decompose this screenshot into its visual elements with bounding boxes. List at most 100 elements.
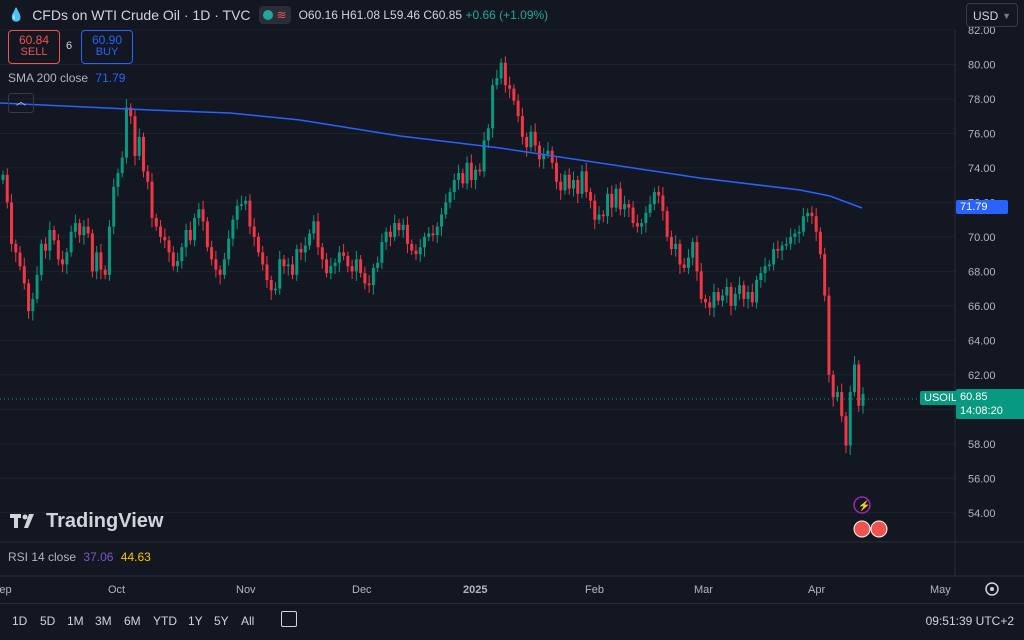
rsi-legend[interactable]: RSI 14 close 37.06 44.63 [8, 550, 151, 564]
candle-body [384, 231, 388, 243]
candle-body [780, 245, 784, 251]
high-value: H61.08 [341, 8, 380, 22]
candles [1, 56, 865, 455]
price-chart[interactable]: 54.0056.0058.0060.0062.0064.0066.0068.00… [0, 0, 1024, 639]
sell-button[interactable]: 60.84 SELL [8, 30, 60, 64]
candle-body [691, 242, 695, 258]
candle-body [90, 233, 94, 272]
candle-body [644, 212, 648, 224]
candle-body [759, 273, 763, 280]
candle-body [248, 200, 252, 227]
settings-gear-icon[interactable] [985, 582, 999, 596]
timeframe-all[interactable]: All [241, 614, 254, 628]
candle-body [359, 259, 363, 274]
candle-body [388, 231, 392, 237]
candle-body [695, 242, 699, 272]
candle-body [708, 302, 712, 308]
time-axis: Sep Oct Nov Dec 2025 Feb Mar Apr May [0, 584, 951, 596]
candle-body [554, 162, 558, 182]
timeframe-1m[interactable]: 1M [67, 614, 84, 628]
change-value: +0.66 (+1.09%) [465, 8, 549, 22]
candle-body [593, 200, 597, 220]
chart-header: 💧 CFDs on WTI Crude Oil · 1D · TVC ≋ O60… [8, 6, 548, 24]
candle-body [308, 233, 312, 246]
candle-body [31, 298, 35, 312]
currency-select[interactable]: USD ▼ [966, 3, 1018, 27]
candle-body [291, 264, 294, 275]
candle-body [823, 254, 827, 296]
us-flag-event-icon [853, 520, 871, 538]
candle-body [674, 243, 678, 249]
candle-body [10, 202, 14, 244]
rsi-label: RSI 14 close [8, 550, 77, 564]
buy-label: BUY [95, 46, 119, 58]
candle-body [474, 169, 478, 180]
candle-body [703, 298, 707, 303]
candle-body [755, 280, 759, 303]
candle-body [325, 259, 329, 274]
price-tick-label: 68.00 [968, 266, 996, 278]
candle-body [69, 231, 73, 253]
last-price-tag: 60.85 14:08:20 [956, 389, 1024, 419]
candle-body [154, 217, 158, 227]
candle-body [772, 248, 776, 265]
symbol-title[interactable]: CFDs on WTI Crude Oil · 1D · TVC [32, 7, 250, 23]
timeframe-5y[interactable]: 5Y [214, 614, 229, 628]
sma-value: 71.79 [95, 71, 126, 85]
close-value: C60.85 [423, 8, 463, 22]
collapse-legend-chevron-up-icon[interactable]: ︿ [8, 93, 34, 113]
clock[interactable]: 09:51:39 UTC+2 [926, 614, 1014, 628]
candle-body [465, 162, 469, 184]
timeframe-6m[interactable]: 6M [124, 614, 141, 628]
timeframe-1d[interactable]: 1D [12, 614, 27, 628]
candle-body [133, 116, 137, 156]
timeframe-3m[interactable]: 3M [95, 614, 112, 628]
date-range-calendar-icon[interactable] [281, 611, 297, 627]
tradingview-logo[interactable]: TradingView [10, 510, 163, 533]
candle-body [533, 131, 537, 146]
candle-body [857, 364, 861, 406]
candle-body [452, 180, 456, 193]
candle-body [669, 236, 673, 249]
candle-body [746, 292, 750, 299]
candle-body [73, 223, 77, 232]
candle-body [410, 243, 414, 251]
time-tick-label: Apr [808, 584, 825, 596]
candle-body [167, 240, 171, 253]
market-status-pill[interactable]: ≋ [258, 6, 291, 24]
candle-body [265, 264, 269, 280]
candle-body [142, 136, 145, 172]
timeframe-5d[interactable]: 5D [40, 614, 55, 628]
candle-body [478, 169, 482, 172]
logo-text: TradingView [46, 510, 164, 532]
candle-body [82, 226, 86, 236]
time-tick-label: 2025 [463, 584, 487, 596]
candle-body [193, 217, 197, 241]
price-tick-label: 76.00 [968, 128, 996, 140]
candle-body [180, 247, 184, 262]
time-tick-label: Mar [694, 584, 713, 596]
bottom-toolbar: 1D 5D 1M 3M 6M YTD 1Y 5Y All 09:51:39 UT… [0, 603, 1024, 640]
timeframe-1y[interactable]: 1Y [188, 614, 203, 628]
candle-body [78, 223, 82, 236]
candle-body [525, 136, 529, 148]
candle-body [537, 145, 541, 160]
candle-body [848, 392, 852, 446]
candle-body [835, 392, 839, 398]
candle-body [278, 259, 282, 289]
spread-value: 6 [66, 40, 73, 52]
sma-legend[interactable]: SMA 200 close 71.79 [8, 71, 125, 85]
candle-body [678, 243, 682, 265]
candle-body [729, 286, 733, 306]
symbol-drop-icon: 💧 [8, 7, 25, 22]
candle-body [146, 171, 150, 182]
candle-body [635, 223, 639, 227]
time-tick-label: Sep [0, 584, 12, 596]
candle-body [171, 252, 175, 267]
buy-button[interactable]: 60.90 BUY [81, 30, 133, 64]
candle-body [401, 224, 405, 230]
candle-body [422, 236, 426, 248]
candle-body [61, 259, 65, 265]
timeframe-ytd[interactable]: YTD [153, 614, 177, 628]
svg-text:⚡: ⚡ [858, 499, 870, 512]
